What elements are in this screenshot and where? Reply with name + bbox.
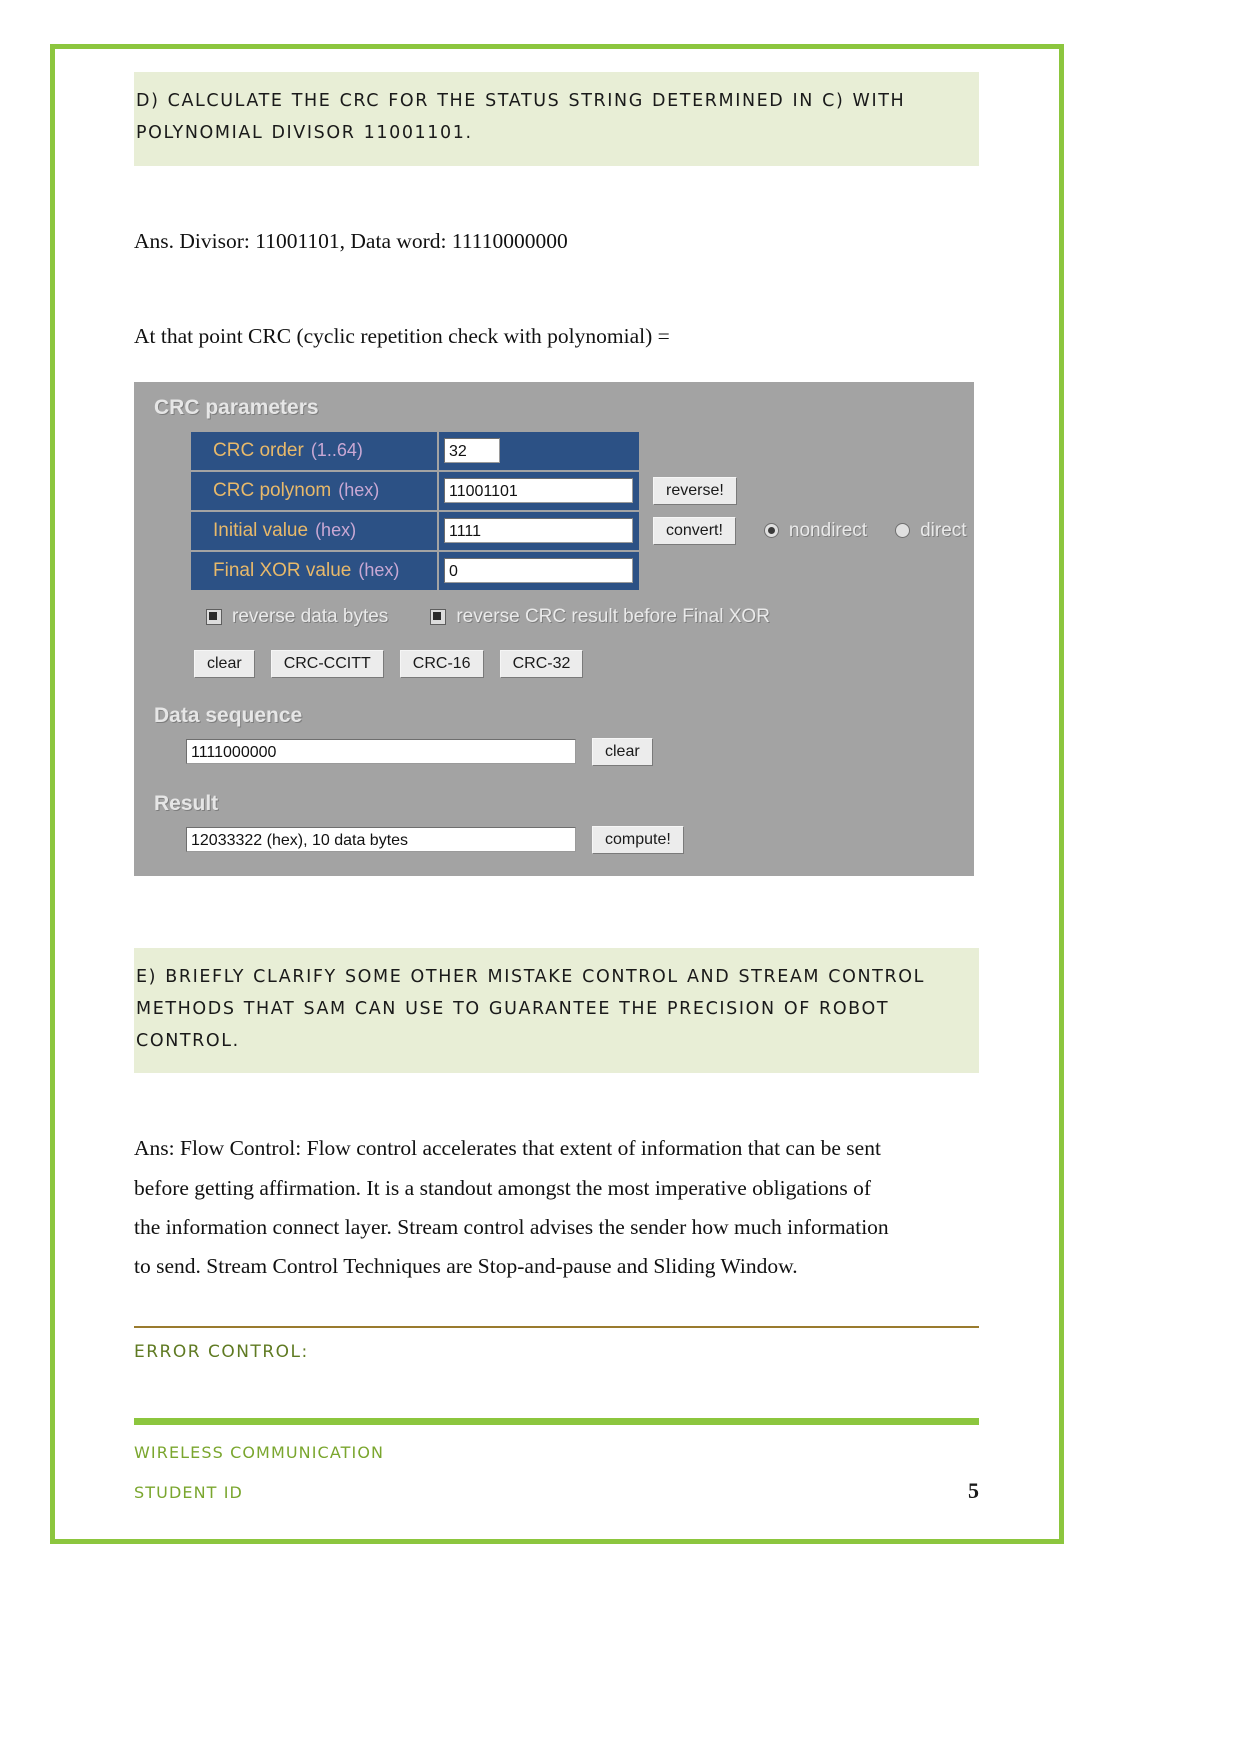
spacer-after-heading-d: [134, 166, 979, 222]
flow-control-line-1: Ans: Flow Control: Flow control accelera…: [134, 1136, 881, 1161]
crc-polynom-row: CRC polynom (hex) 11001101 reverse!: [191, 471, 974, 510]
crc-order-input-cell: 32: [439, 431, 639, 470]
data-sequence-row: 1111000000 clear: [186, 737, 974, 766]
crc-order-input[interactable]: 32: [444, 438, 500, 464]
crc-order-side: [639, 432, 653, 470]
spacer-before-crc-intro: [134, 261, 979, 317]
preset-crc-32-button[interactable]: CRC-32: [499, 649, 584, 678]
crc-polynom-input-cell: 11001101: [439, 471, 639, 510]
document-page: d) Calculate the CRC for the status stri…: [0, 0, 1241, 1754]
crc-polynom-hint: (hex): [338, 479, 380, 500]
spacer-after-heading-e: [134, 1073, 979, 1129]
spacer-before-crc-tool: [134, 356, 979, 382]
crc-intro-line: At that point CRC (cyclic repetition che…: [134, 323, 670, 348]
spacer-before-error-control: [134, 1286, 979, 1326]
footer-bottom-row: Student ID 5: [134, 1478, 979, 1504]
radio-direct-dot-icon[interactable]: [895, 523, 911, 539]
result-title: Result: [154, 791, 219, 815]
crc-parameter-table: CRC order (1..64) 32 CRC polynom (hex) 110…: [191, 431, 974, 590]
crc-final-xor-hint: (hex): [358, 559, 400, 580]
preset-crc-16-button[interactable]: CRC-16: [399, 649, 484, 678]
crc-final-xor-label-text: Final XOR value: [213, 559, 352, 581]
heading-d-line1: d) Calculate the CRC for the status stri…: [136, 91, 906, 111]
crc-order-hint: (1..64): [310, 439, 363, 460]
flow-control-line-3: the information connect layer. Stream co…: [134, 1214, 889, 1239]
error-control-heading: Error Control:: [134, 1341, 309, 1362]
crc-order-label: CRC order (1..64): [191, 431, 439, 470]
footer-gap-2: [134, 1462, 979, 1478]
crc-final-xor-input[interactable]: 0: [444, 558, 633, 584]
flow-control-line-2: before getting affirmation. It is a stan…: [134, 1175, 872, 1200]
crc-initial-value-hint: (hex): [315, 519, 357, 540]
radio-nondirect-dot-icon[interactable]: [763, 523, 779, 539]
data-sequence-title: Data sequence: [154, 703, 303, 727]
heading-banner-e: e) Briefly clarify some other mistake co…: [134, 947, 979, 1074]
crc-initial-value-side: convert! nondirect direct: [639, 512, 967, 550]
checkbox-reverse-crc-result-box-icon[interactable]: [430, 608, 447, 625]
checkbox-reverse-crc-result[interactable]: reverse CRC result before Final XOR: [430, 606, 770, 628]
crc-final-xor-label: Final XOR value (hex): [191, 551, 439, 590]
checkbox-reverse-crc-result-label: reverse CRC result before Final XOR: [456, 605, 770, 627]
flow-control-line-4: to send. Stream Control Techniques are S…: [134, 1253, 798, 1278]
crc-preset-button-row: clear CRC-CCITT CRC-16 CRC-32: [194, 649, 974, 678]
heading-d-line2: polynomial divisor 11001101.: [136, 122, 473, 143]
heading-banner-d: d) Calculate the CRC for the status stri…: [134, 72, 979, 166]
preset-crc-ccitt-button[interactable]: CRC-CCITT: [270, 649, 384, 678]
crc-initial-value-label: Initial value (hex): [191, 511, 439, 550]
convert-button[interactable]: convert!: [653, 516, 736, 545]
footer-course: Wireless Communication: [134, 1442, 385, 1462]
heading-e-line1: e) Briefly clarify some other mistake co…: [136, 966, 925, 987]
crc-final-xor-row: Final XOR value (hex) 0: [191, 551, 974, 590]
radio-nondirect[interactable]: nondirect: [763, 519, 868, 542]
spacer-after-crc-tool: [134, 876, 979, 948]
crc-polynom-label: CRC polynom (hex): [191, 471, 439, 510]
error-control-divider: [134, 1325, 979, 1328]
page-content: d) Calculate the CRC for the status stri…: [134, 0, 979, 1504]
data-sequence-clear-button[interactable]: clear: [592, 737, 653, 766]
checkbox-reverse-data-bytes[interactable]: reverse data bytes: [206, 606, 388, 628]
crc-initial-value-row: Initial value (hex) 1111 convert! nondire…: [191, 511, 974, 550]
footer-green-rule: [134, 1417, 979, 1425]
reverse-button[interactable]: reverse!: [653, 476, 737, 505]
crc-calculator-screenshot: CRC parameters CRC order (1..64) 32 CRC p…: [134, 381, 974, 876]
result-row: 12033322 (hex), 10 data bytes compute!: [186, 825, 974, 854]
answer-divisor-line: Ans. Divisor: 11001101, Data word: 11110…: [134, 228, 568, 253]
crc-order-row: CRC order (1..64) 32: [191, 431, 974, 470]
crc-checkbox-row: reverse data bytes reverse CRC result be…: [206, 606, 974, 628]
preset-clear-button[interactable]: clear: [194, 649, 255, 678]
heading-e-line3: control.: [136, 1030, 240, 1051]
radio-direct-label: direct: [920, 519, 967, 541]
checkbox-reverse-data-bytes-label: reverse data bytes: [232, 605, 389, 627]
data-sequence-input[interactable]: 1111000000: [186, 739, 576, 765]
footer-gap: [134, 1425, 979, 1443]
crc-polynom-input[interactable]: 11001101: [444, 478, 633, 504]
footer-student-id: Student ID: [134, 1482, 243, 1502]
heading-e-line2: methods that Sam can use to guarantee th…: [136, 998, 890, 1019]
crc-polynom-label-text: CRC polynom: [213, 479, 332, 501]
crc-initial-value-input-cell: 1111: [439, 511, 639, 550]
footer-page-number: 5: [968, 1477, 979, 1503]
radio-nondirect-label: nondirect: [788, 519, 868, 541]
result-output: 12033322 (hex), 10 data bytes: [186, 827, 576, 853]
crc-initial-value-label-text: Initial value: [213, 519, 309, 541]
crc-final-xor-input-cell: 0: [439, 551, 639, 590]
top-spacer: [134, 0, 979, 72]
compute-button[interactable]: compute!: [592, 825, 684, 854]
spacer-before-footer: [134, 1362, 979, 1418]
checkbox-reverse-data-bytes-box-icon[interactable]: [206, 608, 222, 625]
radio-direct[interactable]: direct: [895, 519, 967, 542]
crc-parameters-title: CRC parameters: [154, 395, 319, 419]
crc-polynom-side: reverse!: [639, 472, 737, 510]
crc-final-xor-side: [639, 552, 653, 590]
crc-order-label-text: CRC order: [213, 439, 304, 461]
crc-initial-value-input[interactable]: 1111: [444, 518, 633, 544]
